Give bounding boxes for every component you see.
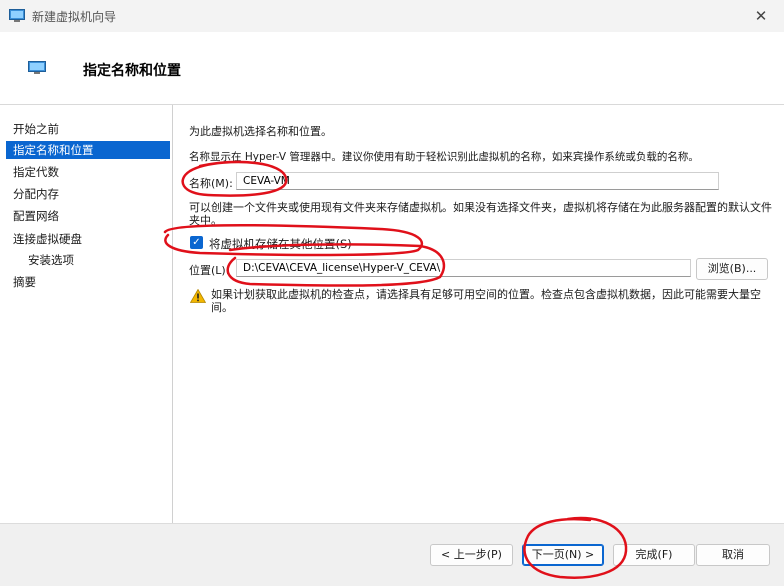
wizard-steps-sidebar: 开始之前 指定名称和位置 指定代数 分配内存 配置网络 连接虚拟硬盘 安装选项 … [0, 105, 173, 523]
wizard-content: 为此虚拟机选择名称和位置。 名称显示在 Hyper-V 管理器中。建议你使用有助… [173, 105, 784, 523]
checkmark-icon: ✓ [192, 237, 201, 248]
warning-text: 如果计划获取此虚拟机的检查点，请选择具有足够可用空间的位置。检查点包含虚拟机数据… [211, 288, 761, 314]
cancel-button[interactable]: 取消 [696, 544, 770, 566]
sidebar-item-install-options[interactable]: 安装选项 [6, 251, 170, 269]
sidebar-item-memory[interactable]: 分配内存 [6, 185, 170, 203]
sidebar-item-network[interactable]: 配置网络 [6, 207, 170, 225]
previous-button[interactable]: < 上一步(P) [430, 544, 513, 566]
warning-icon [190, 289, 206, 303]
folder-description: 可以创建一个文件夹或使用现有文件夹来存储虚拟机。如果没有选择文件夹，虚拟机将存储… [189, 201, 772, 227]
hyper-v-monitor-icon [9, 9, 25, 22]
store-elsewhere-label[interactable]: 将虚拟机存储在其他位置(S) [209, 236, 352, 252]
close-icon: ✕ [754, 7, 768, 25]
window-title: 新建虚拟机向导 [32, 9, 117, 24]
sidebar-item-before-you-begin[interactable]: 开始之前 [6, 120, 170, 138]
name-label: 名称(M): [189, 177, 233, 190]
title-bar: 新建虚拟机向导 ✕ [0, 0, 784, 32]
next-button[interactable]: 下一页(N) > [522, 544, 604, 566]
store-elsewhere-checkbox[interactable]: ✓ [190, 236, 203, 249]
close-button[interactable]: ✕ [738, 0, 784, 32]
sidebar-item-generation[interactable]: 指定代数 [6, 163, 170, 181]
browse-button[interactable]: 浏览(B)... [696, 258, 768, 280]
sidebar-item-summary[interactable]: 摘要 [6, 273, 170, 291]
name-description: 名称显示在 Hyper-V 管理器中。建议你使用有助于轻松识别此虚拟机的名称，如… [189, 151, 699, 163]
wizard-footer: < 上一步(P) 下一页(N) > 完成(F) 取消 [0, 523, 784, 586]
page-title: 指定名称和位置 [83, 63, 181, 79]
location-input[interactable]: D:\CEVA\CEVA_license\Hyper-V_CEVA\ [236, 259, 691, 277]
location-label: 位置(L): [189, 264, 230, 277]
intro-text: 为此虚拟机选择名称和位置。 [189, 125, 332, 138]
finish-button[interactable]: 完成(F) [613, 544, 695, 566]
hyper-v-monitor-icon [28, 61, 46, 74]
sidebar-item-virtual-disk[interactable]: 连接虚拟硬盘 [6, 230, 170, 248]
name-input[interactable]: CEVA-VM [236, 172, 719, 190]
sidebar-item-name-and-location[interactable]: 指定名称和位置 [6, 141, 170, 159]
wizard-header: 指定名称和位置 [0, 32, 784, 105]
